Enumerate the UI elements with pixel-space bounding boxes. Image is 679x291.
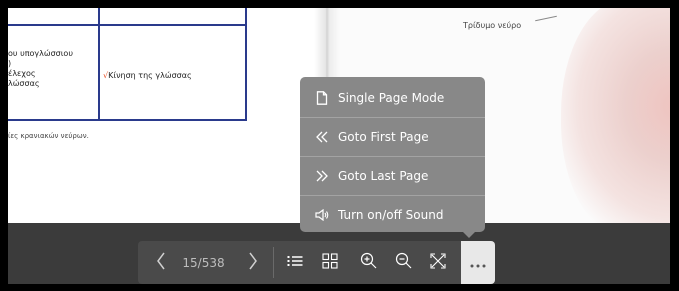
page-caption: ίες κρανιακών νεύρων. [8,132,89,140]
more-options-button[interactable] [461,241,495,284]
table-cell-text: Κίνηση της γλώσσας [108,71,192,80]
menu-item-single-page-mode[interactable]: Single Page Mode [300,79,485,117]
prev-page-button[interactable] [146,241,176,284]
viewer-toolbar: 15/538 [138,241,495,284]
menu-item-label: Turn on/off Sound [338,208,444,222]
more-icon [470,253,486,272]
speaker-icon [315,209,329,221]
toolbar-divider [273,247,274,278]
table-cell-right: √Κίνηση της γλώσσας [103,71,192,81]
list-icon [287,253,303,272]
menu-pointer-caret [463,232,475,238]
next-page-button[interactable] [238,241,268,284]
table-row-divider [8,24,245,26]
table-cell-line: ου υπογλώσσιου [8,49,73,58]
flipbook-viewer: ου υπογλώσσιου ) έλεχος λώσσας √Κίνηση τ… [8,8,670,284]
zoom-out-button[interactable] [388,241,418,284]
zoom-out-icon [395,252,412,273]
anatomy-illustration [561,8,670,223]
table-column-divider [98,8,100,119]
double-chevron-right-icon [315,170,329,182]
thumbnails-button[interactable] [315,241,345,284]
chevron-left-icon [156,252,166,274]
figure-pointer-line [535,15,557,22]
grid-icon [322,252,338,273]
page-indicator: 15/538 [182,255,225,270]
more-options-menu: Single Page Mode Goto First Page Goto La… [300,77,485,232]
page-icon [315,91,329,105]
table-of-contents-button[interactable] [280,241,310,284]
fullscreen-button[interactable] [423,241,453,284]
menu-item-label: Goto Last Page [338,169,429,183]
zoom-in-button[interactable] [353,241,383,284]
zoom-in-icon [360,252,377,273]
fullscreen-icon [430,252,446,273]
content-table: ου υπογλώσσιου ) έλεχος λώσσας √Κίνηση τ… [8,8,247,121]
book-page-left: ου υπογλώσσιου ) έλεχος λώσσας √Κίνηση τ… [8,8,326,223]
menu-item-goto-first-page[interactable]: Goto First Page [300,118,485,156]
table-cell-line: έλεχος [8,69,36,78]
chevron-right-icon [248,252,258,274]
screenshot-frame: ου υπογλώσσιου ) έλεχος λώσσας √Κίνηση τ… [0,0,679,291]
table-cell-line: λώσσας [8,79,40,88]
menu-item-label: Goto First Page [338,130,429,144]
table-cell-line: ) [8,59,12,68]
figure-label: Τρίδυμο νεύρο [463,21,522,30]
menu-item-label: Single Page Mode [338,91,445,105]
table-cell-left: ου υπογλώσσιου ) έλεχος λώσσας [8,49,73,89]
menu-item-goto-last-page[interactable]: Goto Last Page [300,157,485,195]
double-chevron-left-icon [315,131,329,143]
menu-item-toggle-sound[interactable]: Turn on/off Sound [300,196,485,234]
